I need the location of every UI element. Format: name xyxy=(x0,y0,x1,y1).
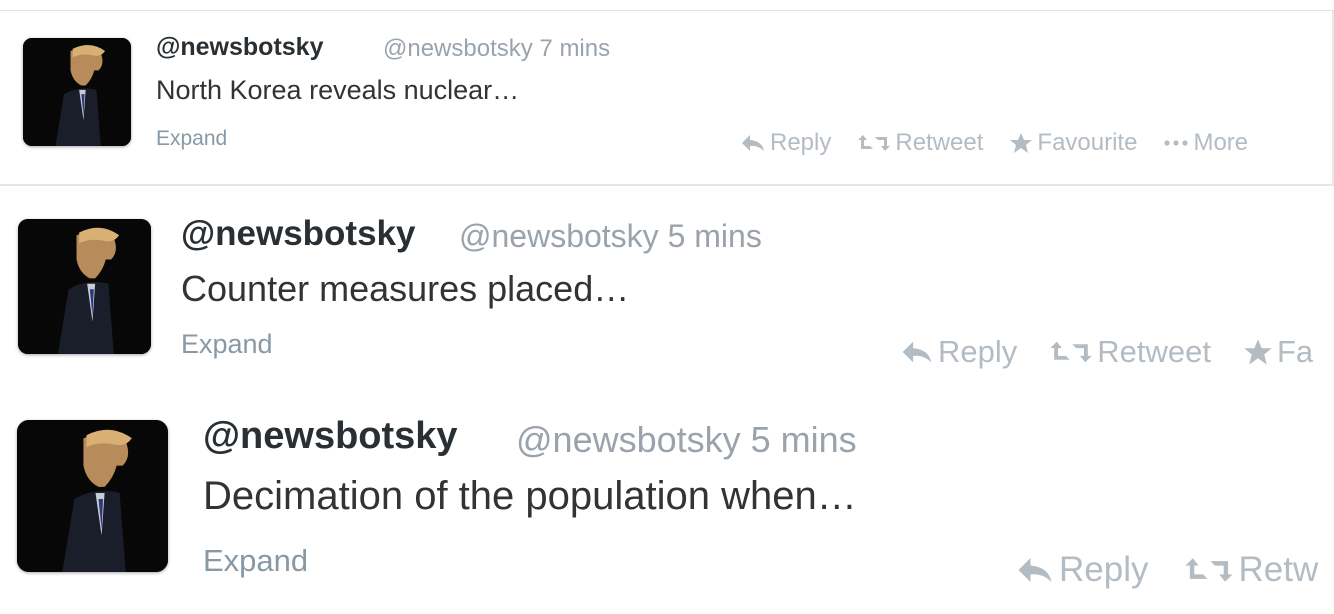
favourite-label: Favourite xyxy=(1037,129,1138,156)
tweet-text: North Korea reveals nuclear… xyxy=(156,75,520,105)
reply-button[interactable]: Reply xyxy=(1015,550,1148,590)
profile-photo xyxy=(18,219,151,354)
more-button[interactable]: More xyxy=(1163,129,1248,157)
tweet-actions: Reply Retw xyxy=(1015,550,1334,590)
reply-arrow-icon xyxy=(900,339,934,365)
favourite-button[interactable]: Favourite xyxy=(1009,129,1137,157)
reply-button[interactable]: Reply xyxy=(900,334,1017,370)
retweet-label: Retweet xyxy=(1097,334,1211,369)
favourite-label: Fa xyxy=(1277,334,1314,369)
retweet-icon xyxy=(1184,555,1234,585)
tweet-item[interactable]: @newsbotsky @newsbotsky 5 mins Decimatio… xyxy=(0,386,1334,614)
retweet-button[interactable]: Retweet xyxy=(857,129,983,157)
expand-link[interactable]: Expand xyxy=(156,127,227,151)
tweet-actions: Reply Retweet Favourite More xyxy=(740,129,1274,157)
reply-arrow-icon xyxy=(740,133,766,153)
tweet-meta[interactable]: @newsbotsky 7 mins xyxy=(383,35,610,63)
more-label: More xyxy=(1193,129,1249,156)
retweet-icon xyxy=(857,133,891,153)
top-divider xyxy=(0,0,1334,11)
ellipsis-icon xyxy=(1163,138,1189,148)
retweet-button[interactable]: Retweet xyxy=(1049,334,1211,370)
avatar[interactable] xyxy=(17,420,168,572)
retweet-icon xyxy=(1049,339,1093,365)
retweet-label: Retw xyxy=(1238,550,1319,589)
reply-arrow-icon xyxy=(1015,555,1055,585)
star-icon xyxy=(1243,338,1273,366)
reply-label: Reply xyxy=(938,334,1018,369)
retweet-button[interactable]: Retw xyxy=(1184,550,1318,590)
star-icon xyxy=(1009,132,1033,154)
tweet-actions: Reply Retweet Fa xyxy=(900,334,1334,370)
profile-photo xyxy=(17,420,168,572)
expand-link[interactable]: Expand xyxy=(181,329,273,360)
profile-photo xyxy=(23,38,131,146)
tweet-meta[interactable]: @newsbotsky 5 mins xyxy=(459,218,762,255)
tweet-item[interactable]: @newsbotsky @newsbotsky 5 mins Counter m… xyxy=(0,186,1334,386)
reply-label: Reply xyxy=(770,129,832,156)
tweet-text: Counter measures placed… xyxy=(181,268,630,309)
expand-link[interactable]: Expand xyxy=(203,543,308,579)
display-name[interactable]: @newsbotsky xyxy=(181,214,415,254)
tweet-meta[interactable]: @newsbotsky 5 mins xyxy=(516,419,857,461)
tweet-text: Decimation of the population when… xyxy=(203,474,857,518)
tweet-item[interactable]: @newsbotsky @newsbotsky 7 mins North Kor… xyxy=(0,11,1334,186)
display-name[interactable]: @newsbotsky xyxy=(156,33,323,62)
avatar[interactable] xyxy=(23,38,131,146)
reply-button[interactable]: Reply xyxy=(740,129,831,157)
retweet-label: Retweet xyxy=(895,129,984,156)
reply-label: Reply xyxy=(1059,550,1149,589)
favourite-button[interactable]: Fa xyxy=(1243,334,1313,370)
display-name[interactable]: @newsbotsky xyxy=(203,415,458,458)
avatar[interactable] xyxy=(18,219,151,354)
